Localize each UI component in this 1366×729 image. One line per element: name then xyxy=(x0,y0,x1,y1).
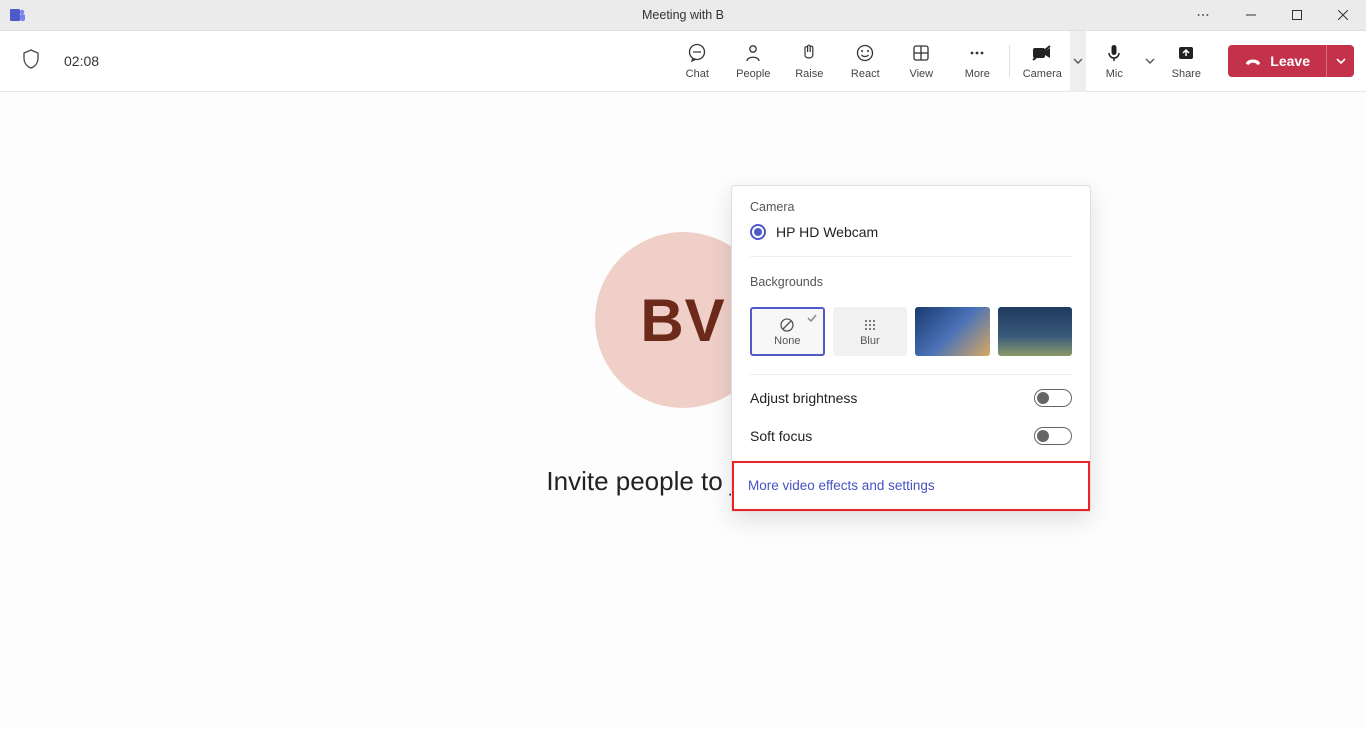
window-close-button[interactable] xyxy=(1320,0,1366,31)
chevron-down-icon xyxy=(1145,56,1155,66)
privacy-shield-icon[interactable] xyxy=(22,49,40,74)
meeting-toolbar: 02:08 Chat People Raise React View More xyxy=(0,31,1366,92)
mic-dropdown-button[interactable] xyxy=(1142,31,1158,92)
react-button[interactable]: React xyxy=(837,31,893,92)
soft-focus-label: Soft focus xyxy=(750,428,812,444)
adjust-brightness-toggle[interactable] xyxy=(1034,389,1072,407)
share-button[interactable]: Share xyxy=(1158,31,1214,92)
leave-dropdown-button[interactable] xyxy=(1326,45,1354,77)
window-maximize-button[interactable] xyxy=(1274,0,1320,31)
camera-device-section: Camera HP HD Webcam xyxy=(732,186,1090,252)
view-icon xyxy=(911,42,931,64)
soft-focus-toggle[interactable] xyxy=(1034,427,1072,445)
background-blur-label: Blur xyxy=(860,335,880,347)
soft-focus-row: Soft focus xyxy=(732,417,1090,455)
more-label: More xyxy=(965,68,990,80)
meeting-stage: BV Invite people to join you Camera HP H… xyxy=(0,92,1366,729)
camera-settings-panel: Camera HP HD Webcam Backgrounds None Blu… xyxy=(731,185,1091,512)
adjust-brightness-label: Adjust brightness xyxy=(750,390,857,406)
backgrounds-heading: Backgrounds xyxy=(750,275,1072,289)
mic-label: Mic xyxy=(1106,68,1123,80)
chevron-down-icon xyxy=(1073,56,1083,66)
leave-label: Leave xyxy=(1270,53,1310,69)
chevron-down-icon xyxy=(1336,56,1346,66)
check-icon xyxy=(806,312,818,327)
background-none-label: None xyxy=(774,335,800,347)
window-minimize-button[interactable] xyxy=(1228,0,1274,31)
leave-button[interactable]: Leave xyxy=(1228,45,1326,77)
view-button[interactable]: View xyxy=(893,31,949,92)
mic-button[interactable]: Mic xyxy=(1086,31,1142,92)
panel-divider xyxy=(750,374,1072,375)
raise-hand-icon xyxy=(799,42,819,64)
background-image-2[interactable] xyxy=(998,307,1072,356)
react-label: React xyxy=(851,68,880,80)
window-titlebar: Meeting with B xyxy=(0,0,1366,31)
meeting-timer: 02:08 xyxy=(64,53,99,69)
avatar-initials: BV xyxy=(640,286,725,355)
camera-button[interactable]: Camera xyxy=(1014,31,1070,92)
share-icon xyxy=(1176,42,1196,64)
more-button[interactable]: More xyxy=(949,31,1005,92)
chat-icon xyxy=(687,42,707,64)
backgrounds-section: Backgrounds xyxy=(732,261,1090,307)
camera-heading: Camera xyxy=(750,200,1072,214)
camera-device-option[interactable]: HP HD Webcam xyxy=(750,224,1072,240)
teams-app-icon xyxy=(10,7,26,23)
titlebar-more-button[interactable] xyxy=(1184,0,1222,31)
blur-icon xyxy=(862,317,878,333)
toolbar-actions: Chat People Raise React View More Camera xyxy=(669,31,1354,91)
camera-dropdown-button[interactable] xyxy=(1070,31,1086,92)
chat-label: Chat xyxy=(686,68,709,80)
people-label: People xyxy=(736,68,770,80)
chat-button[interactable]: Chat xyxy=(669,31,725,92)
people-icon xyxy=(743,42,763,64)
window-title: Meeting with B xyxy=(642,8,724,22)
background-blur[interactable]: Blur xyxy=(833,307,907,356)
leave-control: Leave xyxy=(1228,45,1354,77)
background-none[interactable]: None xyxy=(750,307,825,356)
react-icon xyxy=(855,42,875,64)
hangup-icon xyxy=(1244,54,1262,68)
people-button[interactable]: People xyxy=(725,31,781,92)
toolbar-separator xyxy=(1009,45,1010,77)
background-image-1[interactable] xyxy=(915,307,989,356)
adjust-brightness-row: Adjust brightness xyxy=(732,379,1090,417)
camera-off-icon xyxy=(1031,42,1053,64)
none-icon xyxy=(779,317,795,333)
radio-selected-icon xyxy=(750,224,766,240)
mic-icon xyxy=(1104,42,1124,64)
more-video-effects-link[interactable]: More video effects and settings xyxy=(748,478,935,493)
raise-hand-button[interactable]: Raise xyxy=(781,31,837,92)
more-video-effects-highlight: More video effects and settings xyxy=(732,461,1090,511)
background-options: None Blur xyxy=(732,307,1090,370)
camera-label: Camera xyxy=(1023,68,1062,80)
camera-device-label: HP HD Webcam xyxy=(776,224,878,240)
window-controls xyxy=(1184,0,1366,31)
panel-divider xyxy=(750,256,1072,257)
view-label: View xyxy=(909,68,933,80)
more-icon xyxy=(967,42,987,64)
share-label: Share xyxy=(1172,68,1201,80)
raise-label: Raise xyxy=(795,68,823,80)
